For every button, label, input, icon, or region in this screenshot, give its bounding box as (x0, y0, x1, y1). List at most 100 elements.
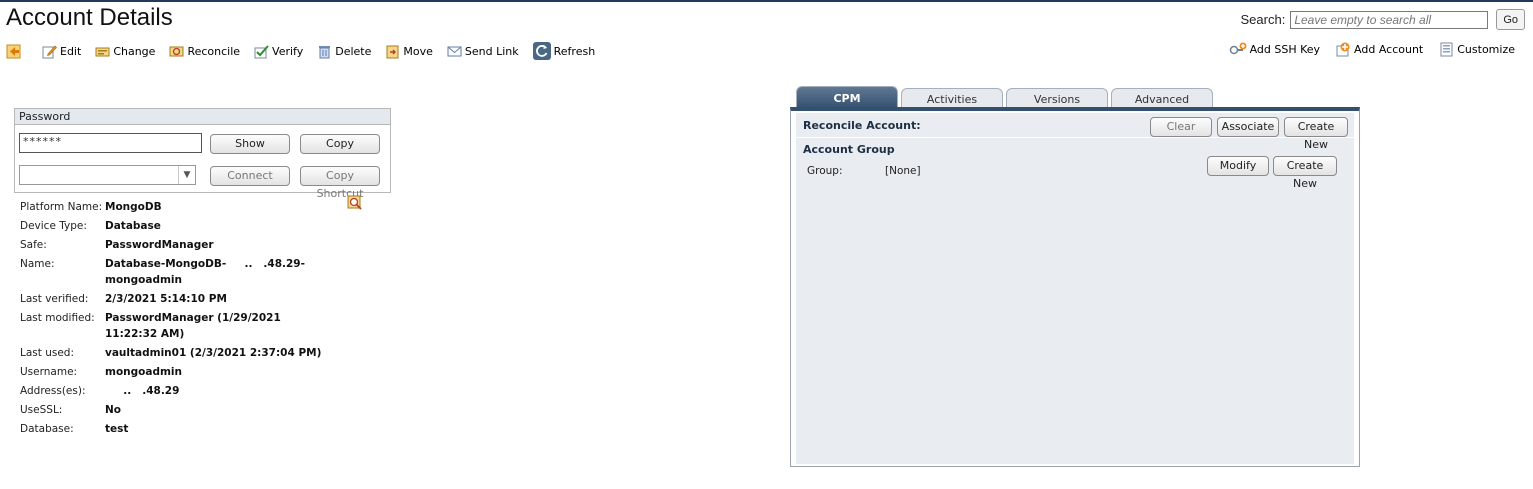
property-value: .. .48.29 (105, 385, 180, 397)
cpm-content: Reconcile Account: Clear Associate Creat… (796, 113, 1354, 464)
customize-icon (1440, 42, 1453, 57)
trash-icon (319, 45, 331, 58)
edit-button[interactable]: Edit (42, 44, 81, 59)
magnifier-icon[interactable] (347, 195, 363, 211)
send-link-label: Send Link (464, 44, 519, 58)
password-field[interactable]: ****** (19, 133, 202, 153)
group-value: [None] (885, 165, 921, 177)
search-input[interactable] (1290, 10, 1489, 29)
details-panel: CPM Activities Versions Advanced Reconci… (790, 86, 1360, 467)
property-label: Username: (20, 366, 78, 378)
property-value: mongoadmin (105, 366, 182, 378)
property-label: Last used: (20, 347, 74, 359)
ssh-key-icon (1229, 42, 1247, 55)
copy-password-button[interactable]: Copy (300, 134, 380, 154)
property-label: Database: (20, 423, 74, 435)
copy-shortcut-button[interactable]: Copy Shortcut (300, 166, 380, 200)
tab-cpm[interactable]: CPM (796, 86, 898, 109)
reconcile-icon (169, 46, 184, 56)
reconcile-button[interactable]: Reconcile (169, 44, 240, 59)
password-header: Password (15, 109, 390, 125)
change-icon (95, 47, 110, 56)
password-section: Password ****** Show Copy ▼ Connect Copy… (14, 108, 391, 200)
property-label: Device Type: (20, 220, 87, 232)
property-row: Database: test (20, 421, 335, 437)
property-value: Database-MongoDB- .. .48.29-mongoadmin (105, 258, 305, 286)
account-toolbar: Add SSH Key Add Account Customize (1213, 42, 1515, 57)
connection-component-select[interactable]: ▼ (19, 165, 196, 185)
back-button[interactable] (6, 44, 24, 59)
property-row: Address(es): .. .48.29 (20, 383, 335, 399)
edit-label: Edit (60, 44, 82, 58)
property-value: vaultadmin01 (2/3/2021 2:37:04 PM) (105, 347, 322, 359)
property-label: Last modified: (20, 312, 95, 324)
property-row: Username: mongoadmin (20, 364, 335, 380)
refresh-icon (532, 42, 551, 60)
property-label: Name: (20, 258, 55, 270)
search-label: Search: (1240, 12, 1286, 27)
search-bar: Search: Go (1240, 9, 1525, 30)
property-label: Platform Name: (20, 201, 103, 213)
refresh-label: Refresh (553, 44, 596, 58)
property-value: 2/3/2021 5:14:10 PM (105, 293, 227, 305)
account-properties: Platform Name: MongoDB Device Type: Databa… (20, 199, 335, 440)
refresh-button[interactable]: Refresh (532, 42, 596, 60)
delete-button[interactable]: Delete (317, 44, 371, 59)
property-row: Last used: vaultadmin01 (2/3/2021 2:37:04… (20, 345, 335, 361)
customize-label: Customize (1457, 43, 1515, 56)
property-row: Name: Database-MongoDB- .. .48.29-mongoad… (20, 256, 335, 288)
property-row: Platform Name: MongoDB (20, 199, 335, 215)
delete-label: Delete (335, 44, 372, 58)
page-title: Account Details (6, 4, 173, 31)
property-row: Last modified: PasswordManager (1/29/2021… (20, 310, 335, 342)
verify-label: Verify (272, 44, 304, 58)
associate-button[interactable]: Associate (1217, 117, 1279, 137)
move-button[interactable]: Move (385, 44, 433, 59)
property-value: PasswordManager (105, 239, 214, 251)
property-value: MongoDB (105, 201, 162, 213)
clear-button[interactable]: Clear (1150, 117, 1212, 137)
property-row: Last verified: 2/3/2021 5:14:10 PM (20, 291, 335, 307)
add-account-label: Add Account (1354, 43, 1424, 56)
tab-bar: CPM Activities Versions Advanced (796, 86, 1216, 109)
envelope-icon (447, 46, 462, 56)
change-button[interactable]: Change (95, 44, 155, 59)
property-row: UseSSL: No (20, 402, 335, 418)
create-new-reconcile-button[interactable]: Create New (1284, 117, 1348, 151)
add-ssh-key-label: Add SSH Key (1249, 43, 1321, 56)
add-account-icon (1336, 42, 1350, 57)
move-label: Move (403, 44, 433, 58)
property-value: Database (105, 220, 161, 232)
verify-button[interactable]: Verify (254, 44, 303, 59)
property-value: PasswordManager (1/29/2021 11:22:32 AM) (105, 312, 281, 340)
tab-versions[interactable]: Versions (1006, 88, 1108, 108)
property-label: Safe: (20, 239, 47, 251)
property-value: test (105, 423, 129, 435)
add-ssh-key-button[interactable]: Add SSH Key (1229, 42, 1320, 57)
chevron-down-icon: ▼ (178, 166, 195, 184)
property-row: Safe: PasswordManager (20, 237, 335, 253)
tab-advanced[interactable]: Advanced (1111, 88, 1213, 108)
create-new-group-button[interactable]: Create New (1273, 156, 1337, 190)
send-link-button[interactable]: Send Link (447, 44, 519, 59)
property-label: Last verified: (20, 293, 89, 305)
customize-button[interactable]: Customize (1439, 42, 1515, 57)
cpm-tab-body: Reconcile Account: Clear Associate Creat… (790, 107, 1360, 467)
reconcile-account-row: Reconcile Account: Clear Associate Creat… (796, 113, 1354, 151)
show-password-button[interactable]: Show (210, 134, 290, 154)
add-account-button[interactable]: Add Account (1336, 42, 1423, 57)
move-icon (386, 45, 399, 58)
account-group-title: Account Group (803, 143, 895, 156)
connect-button[interactable]: Connect (210, 166, 290, 186)
tab-activities[interactable]: Activities (901, 88, 1003, 108)
action-toolbar: Edit Change Reconcile Verify Delete Move… (6, 42, 609, 60)
reconcile-account-label: Reconcile Account: (803, 119, 921, 132)
property-label: Address(es): (20, 385, 86, 397)
top-border (0, 0, 1533, 2)
property-value: No (105, 404, 122, 416)
group-label: Group: (807, 165, 843, 177)
modify-group-button[interactable]: Modify (1207, 156, 1269, 176)
back-arrow-icon (6, 44, 21, 58)
go-button[interactable]: Go (1496, 9, 1525, 30)
change-label: Change (113, 44, 156, 58)
